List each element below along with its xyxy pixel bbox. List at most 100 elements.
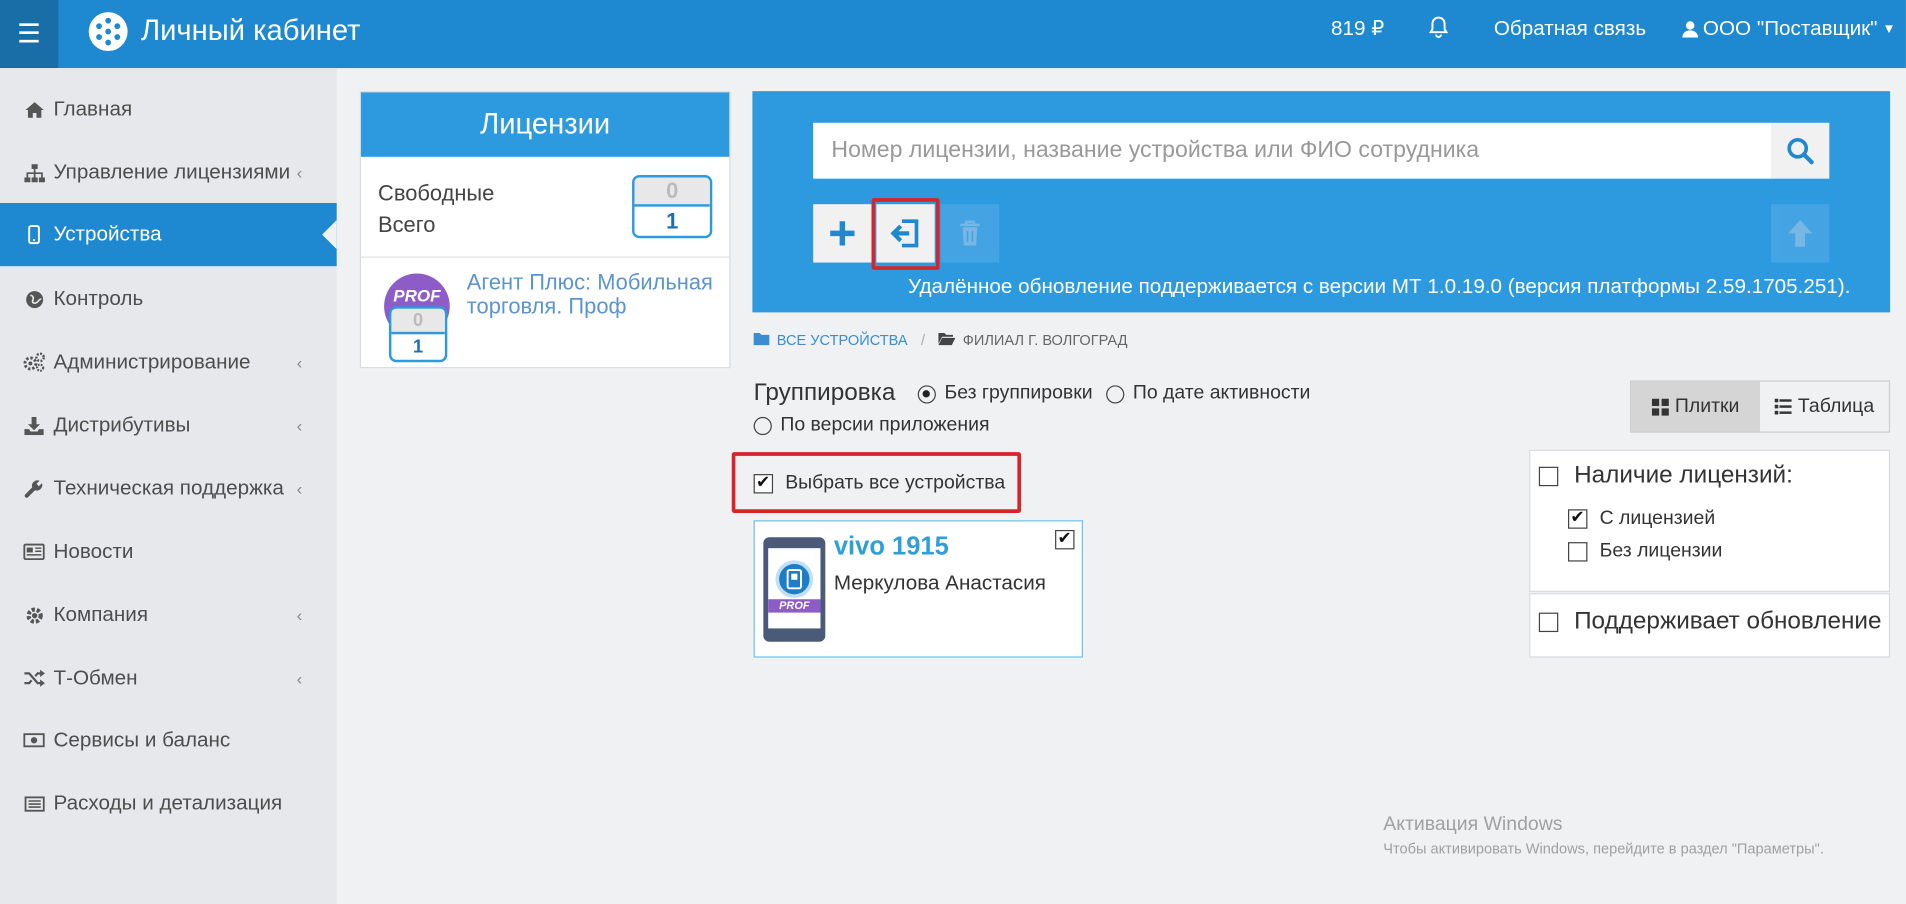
free-label: Свободные xyxy=(378,181,495,206)
table-view-button[interactable]: Таблица xyxy=(1760,382,1889,432)
plus-icon xyxy=(830,221,855,246)
chevron-left-icon: ‹ xyxy=(296,668,303,688)
sidebar-item-distributions[interactable]: Дистрибутивы ‹ xyxy=(0,394,337,457)
license-filter-checkbox[interactable] xyxy=(1538,466,1559,486)
device-phone-icon: PROF xyxy=(763,537,826,642)
highlight-move-button xyxy=(871,198,940,270)
product-name-link[interactable]: Агент Плюс: Мобильная торговля. Проф xyxy=(467,270,716,319)
list-icon xyxy=(23,793,45,815)
license-filter-box: Наличие лицензий: С лицензией Без лиценз… xyxy=(1529,449,1891,592)
delete-device-button[interactable] xyxy=(940,204,1000,263)
search-input[interactable] xyxy=(813,122,1771,179)
without-license-checkbox[interactable] xyxy=(1567,542,1588,562)
grouping-option-none[interactable]: Без группировки xyxy=(917,382,1093,405)
newspaper-icon xyxy=(23,541,45,563)
logo-dots-icon xyxy=(96,17,121,46)
bell-icon xyxy=(1428,16,1449,39)
account-name: ООО "Поставщик" xyxy=(1702,17,1878,41)
device-name[interactable]: vivo 1915 xyxy=(834,532,949,561)
sidebar-item-news[interactable]: Новости xyxy=(0,520,337,583)
sidebar-item-control[interactable]: Контроль xyxy=(0,267,337,330)
total-label: Всего xyxy=(378,212,436,238)
free-count: 0 xyxy=(634,177,710,207)
radio-activity-date[interactable] xyxy=(1106,384,1125,403)
arrow-up-icon xyxy=(1788,220,1813,247)
download-icon xyxy=(23,414,45,436)
chevron-left-icon: ‹ xyxy=(296,415,303,436)
user-icon xyxy=(1682,21,1699,38)
search-button[interactable] xyxy=(1770,122,1830,179)
folder-open-icon xyxy=(938,332,956,349)
supports-update-checkbox[interactable] xyxy=(1538,612,1559,632)
filter-with-license[interactable]: С лицензией xyxy=(1567,507,1715,530)
product-total-count: 1 xyxy=(413,336,424,358)
add-device-button[interactable] xyxy=(813,204,872,263)
sidebar-item-label: Управление лицензиями xyxy=(53,160,291,184)
breadcrumb-root-link[interactable]: ВСЕ УСТРОЙСТВА xyxy=(777,332,908,349)
grouping-option-label: По версии приложения xyxy=(780,414,990,436)
windows-activation-text: Чтобы активировать Windows, перейдите в … xyxy=(1383,839,1824,857)
sidebar-item-tech-support[interactable]: Техническая поддержка ‹ xyxy=(0,457,337,520)
folder-icon xyxy=(753,332,770,349)
money-icon xyxy=(23,729,45,751)
supports-update-label: Поддерживает обновление xyxy=(1574,607,1882,635)
grid-icon xyxy=(1651,398,1669,416)
breadcrumb-current: ФИЛИАЛ Г. ВОЛГОГРАД xyxy=(962,331,1128,349)
sidebar-item-license-management[interactable]: Управление лицензиями ‹ xyxy=(0,141,337,204)
license-product-row[interactable]: PROF 0 1 Агент Плюс: Мобильная торговля.… xyxy=(361,259,729,368)
grouping-option-activity-date[interactable]: По дате активности xyxy=(1106,383,1310,405)
sidebar-item-label: Т-Обмен xyxy=(53,666,138,690)
radio-none[interactable] xyxy=(917,384,936,403)
sitemap-icon xyxy=(23,162,45,184)
sidebar-item-company[interactable]: Компания ‹ xyxy=(0,583,337,646)
menu-toggle-button[interactable]: ☰ xyxy=(0,0,59,69)
feedback-link[interactable]: Обратная связь xyxy=(1494,17,1646,41)
caret-down-icon: ▼ xyxy=(1882,21,1896,37)
sidebar-item-label: Контроль xyxy=(53,286,144,310)
account-menu[interactable]: ООО "Поставщик" ▼ xyxy=(1682,17,1896,41)
radio-app-version[interactable] xyxy=(753,416,772,435)
windows-activation-title: Активация Windows xyxy=(1383,814,1563,836)
view-toggle: Плитки Таблица xyxy=(1629,380,1891,433)
sidebar-item-devices[interactable]: Устройства xyxy=(0,202,337,267)
sidebar-item-label: Администрирование xyxy=(53,350,251,374)
sidebar-item-label: Дистрибутивы xyxy=(53,413,191,437)
top-bar: ☰ Личный кабинет 819 ₽ Обратная связь ОО… xyxy=(0,0,1906,69)
sidebar-item-label: Компания xyxy=(53,602,149,626)
licenses-counter: 0 1 xyxy=(632,175,713,239)
search-icon xyxy=(1787,137,1814,165)
app-logo[interactable] xyxy=(88,12,128,52)
notifications-button[interactable] xyxy=(1428,16,1449,45)
with-license-checkbox[interactable] xyxy=(1567,507,1588,529)
sidebar-item-label: Расходы и детализация xyxy=(53,791,283,815)
grouping-option-label: Без группировки xyxy=(944,382,1093,404)
tiles-label: Плитки xyxy=(1674,395,1740,417)
grouping-option-app-version[interactable]: По версии приложения xyxy=(753,414,990,436)
product-counter: 0 1 xyxy=(388,306,448,363)
home-icon xyxy=(23,98,45,120)
chevron-left-icon: ‹ xyxy=(296,352,303,372)
license-filter-header[interactable]: Наличие лицензий: xyxy=(1538,462,1793,490)
device-checkbox[interactable] xyxy=(1055,528,1075,550)
grouping-label: Группировка xyxy=(753,379,896,406)
sidebar-item-t-exchange[interactable]: Т-Обмен ‹ xyxy=(0,647,337,710)
balance-link[interactable]: 819 ₽ xyxy=(1331,17,1384,41)
trash-icon xyxy=(960,220,980,246)
grouping-option-label: По дате активности xyxy=(1132,382,1311,404)
tiles-view-button[interactable]: Плитки xyxy=(1631,381,1761,432)
sidebar-item-services-balance[interactable]: Сервисы и баланс xyxy=(0,709,337,772)
breadcrumb-separator: / xyxy=(921,331,926,349)
sidebar-item-home[interactable]: Главная xyxy=(0,78,337,141)
prof-badge-text: PROF xyxy=(393,285,441,306)
table-label: Таблица xyxy=(1797,395,1875,417)
device-card[interactable]: PROF vivo 1915 Меркулова Анастасия xyxy=(753,520,1084,658)
filter-without-license[interactable]: Без лицензии xyxy=(1567,541,1722,563)
chevron-left-icon: ‹ xyxy=(296,605,303,625)
licenses-panel: Лицензии Свободные Всего 0 1 PROF 0 1 Аг… xyxy=(359,91,731,369)
app-title: Личный кабинет xyxy=(140,14,361,48)
update-button[interactable] xyxy=(1770,204,1830,263)
sidebar-item-expenses[interactable]: Расходы и детализация xyxy=(0,772,337,835)
supports-update-filter[interactable]: Поддерживает обновление xyxy=(1538,607,1882,636)
sidebar-item-administration[interactable]: Администрирование ‹ xyxy=(0,331,337,394)
licenses-title: Лицензии xyxy=(361,92,730,157)
